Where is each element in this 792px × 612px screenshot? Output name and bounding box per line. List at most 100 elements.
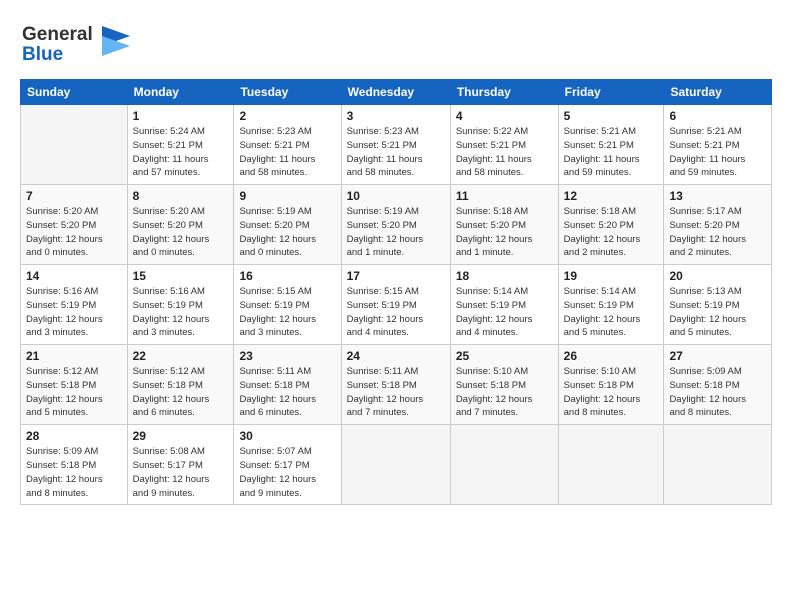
day-number: 22 xyxy=(133,349,229,363)
day-number: 3 xyxy=(347,109,445,123)
day-info: Sunrise: 5:11 AMSunset: 5:18 PMDaylight:… xyxy=(239,365,335,420)
calendar-cell: 20 Sunrise: 5:13 AMSunset: 5:19 PMDayligh… xyxy=(664,265,772,345)
day-info: Sunrise: 5:12 AMSunset: 5:18 PMDaylight:… xyxy=(26,365,122,420)
day-number: 25 xyxy=(456,349,553,363)
svg-text:Blue: Blue xyxy=(22,44,63,65)
day-info: Sunrise: 5:10 AMSunset: 5:18 PMDaylight:… xyxy=(456,365,553,420)
weekday-header: Friday xyxy=(558,80,664,105)
day-number: 15 xyxy=(133,269,229,283)
weekday-header: Tuesday xyxy=(234,80,341,105)
day-info: Sunrise: 5:09 AMSunset: 5:18 PMDaylight:… xyxy=(26,445,122,500)
calendar-cell: 1 Sunrise: 5:24 AMSunset: 5:21 PMDaylight… xyxy=(127,105,234,185)
day-number: 30 xyxy=(239,429,335,443)
weekday-header: Saturday xyxy=(664,80,772,105)
day-number: 26 xyxy=(564,349,659,363)
day-number: 10 xyxy=(347,189,445,203)
day-number: 11 xyxy=(456,189,553,203)
calendar-cell: 12 Sunrise: 5:18 AMSunset: 5:20 PMDayligh… xyxy=(558,185,664,265)
calendar-cell xyxy=(558,425,664,505)
day-info: Sunrise: 5:18 AMSunset: 5:20 PMDaylight:… xyxy=(564,205,659,260)
calendar-cell: 7 Sunrise: 5:20 AMSunset: 5:20 PMDaylight… xyxy=(21,185,128,265)
day-number: 14 xyxy=(26,269,122,283)
day-number: 29 xyxy=(133,429,229,443)
day-number: 2 xyxy=(239,109,335,123)
weekday-header: Monday xyxy=(127,80,234,105)
day-info: Sunrise: 5:23 AMSunset: 5:21 PMDaylight:… xyxy=(347,125,445,180)
calendar-header-row: SundayMondayTuesdayWednesdayThursdayFrid… xyxy=(21,80,772,105)
day-info: Sunrise: 5:20 AMSunset: 5:20 PMDaylight:… xyxy=(26,205,122,260)
day-number: 16 xyxy=(239,269,335,283)
calendar-cell: 24 Sunrise: 5:11 AMSunset: 5:18 PMDayligh… xyxy=(341,345,450,425)
day-number: 24 xyxy=(347,349,445,363)
day-number: 1 xyxy=(133,109,229,123)
calendar-cell: 3 Sunrise: 5:23 AMSunset: 5:21 PMDaylight… xyxy=(341,105,450,185)
calendar-cell: 13Sunrise: 5:17 AMSunset: 5:20 PMDayligh… xyxy=(664,185,772,265)
calendar-cell: 6 Sunrise: 5:21 AMSunset: 5:21 PMDaylight… xyxy=(664,105,772,185)
day-number: 7 xyxy=(26,189,122,203)
day-info: Sunrise: 5:13 AMSunset: 5:19 PMDaylight:… xyxy=(669,285,766,340)
day-number: 17 xyxy=(347,269,445,283)
page-header: General Blue xyxy=(20,18,772,71)
day-number: 4 xyxy=(456,109,553,123)
weekday-header: Thursday xyxy=(450,80,558,105)
logo-text: General Blue xyxy=(20,18,130,71)
day-info: Sunrise: 5:23 AMSunset: 5:21 PMDaylight:… xyxy=(239,125,335,180)
day-number: 12 xyxy=(564,189,659,203)
calendar-cell: 27 Sunrise: 5:09 AMSunset: 5:18 PMDayligh… xyxy=(664,345,772,425)
day-number: 21 xyxy=(26,349,122,363)
calendar-cell xyxy=(450,425,558,505)
day-number: 23 xyxy=(239,349,335,363)
day-info: Sunrise: 5:21 AMSunset: 5:21 PMDaylight:… xyxy=(564,125,659,180)
calendar-cell: 9 Sunrise: 5:19 AMSunset: 5:20 PMDaylight… xyxy=(234,185,341,265)
calendar-week-row: 14Sunrise: 5:16 AMSunset: 5:19 PMDayligh… xyxy=(21,265,772,345)
day-info: Sunrise: 5:19 AMSunset: 5:20 PMDaylight:… xyxy=(239,205,335,260)
day-info: Sunrise: 5:08 AMSunset: 5:17 PMDaylight:… xyxy=(133,445,229,500)
calendar-cell: 10Sunrise: 5:19 AMSunset: 5:20 PMDayligh… xyxy=(341,185,450,265)
calendar-cell: 14Sunrise: 5:16 AMSunset: 5:19 PMDayligh… xyxy=(21,265,128,345)
weekday-header: Wednesday xyxy=(341,80,450,105)
day-number: 9 xyxy=(239,189,335,203)
day-number: 6 xyxy=(669,109,766,123)
day-info: Sunrise: 5:21 AMSunset: 5:21 PMDaylight:… xyxy=(669,125,766,180)
calendar-cell: 30Sunrise: 5:07 AMSunset: 5:17 PMDayligh… xyxy=(234,425,341,505)
day-info: Sunrise: 5:12 AMSunset: 5:18 PMDaylight:… xyxy=(133,365,229,420)
day-number: 5 xyxy=(564,109,659,123)
day-number: 13 xyxy=(669,189,766,203)
calendar-week-row: 21 Sunrise: 5:12 AMSunset: 5:18 PMDayligh… xyxy=(21,345,772,425)
day-info: Sunrise: 5:18 AMSunset: 5:20 PMDaylight:… xyxy=(456,205,553,260)
calendar-week-row: 7 Sunrise: 5:20 AMSunset: 5:20 PMDaylight… xyxy=(21,185,772,265)
calendar-cell: 26 Sunrise: 5:10 AMSunset: 5:18 PMDayligh… xyxy=(558,345,664,425)
calendar-week-row: 28Sunrise: 5:09 AMSunset: 5:18 PMDayligh… xyxy=(21,425,772,505)
day-info: Sunrise: 5:15 AMSunset: 5:19 PMDaylight:… xyxy=(347,285,445,340)
calendar-cell: 2 Sunrise: 5:23 AMSunset: 5:21 PMDaylight… xyxy=(234,105,341,185)
calendar-week-row: 1 Sunrise: 5:24 AMSunset: 5:21 PMDaylight… xyxy=(21,105,772,185)
day-number: 18 xyxy=(456,269,553,283)
day-info: Sunrise: 5:14 AMSunset: 5:19 PMDaylight:… xyxy=(564,285,659,340)
calendar-cell: 18 Sunrise: 5:14 AMSunset: 5:19 PMDayligh… xyxy=(450,265,558,345)
day-number: 8 xyxy=(133,189,229,203)
day-info: Sunrise: 5:15 AMSunset: 5:19 PMDaylight:… xyxy=(239,285,335,340)
calendar-cell: 17 Sunrise: 5:15 AMSunset: 5:19 PMDayligh… xyxy=(341,265,450,345)
calendar-cell: 8 Sunrise: 5:20 AMSunset: 5:20 PMDaylight… xyxy=(127,185,234,265)
calendar-cell: 29 Sunrise: 5:08 AMSunset: 5:17 PMDayligh… xyxy=(127,425,234,505)
calendar-table: SundayMondayTuesdayWednesdayThursdayFrid… xyxy=(20,79,772,505)
day-info: Sunrise: 5:14 AMSunset: 5:19 PMDaylight:… xyxy=(456,285,553,340)
calendar-page: General Blue SundayMondayTuesdayWednesda… xyxy=(0,0,792,612)
calendar-cell: 23 Sunrise: 5:11 AMSunset: 5:18 PMDayligh… xyxy=(234,345,341,425)
day-info: Sunrise: 5:20 AMSunset: 5:20 PMDaylight:… xyxy=(133,205,229,260)
calendar-cell xyxy=(21,105,128,185)
weekday-header: Sunday xyxy=(21,80,128,105)
calendar-cell: 25 Sunrise: 5:10 AMSunset: 5:18 PMDayligh… xyxy=(450,345,558,425)
day-number: 27 xyxy=(669,349,766,363)
day-info: Sunrise: 5:10 AMSunset: 5:18 PMDaylight:… xyxy=(564,365,659,420)
day-info: Sunrise: 5:09 AMSunset: 5:18 PMDaylight:… xyxy=(669,365,766,420)
calendar-cell: 21 Sunrise: 5:12 AMSunset: 5:18 PMDayligh… xyxy=(21,345,128,425)
day-number: 20 xyxy=(669,269,766,283)
logo: General Blue xyxy=(20,18,130,71)
calendar-cell: 28Sunrise: 5:09 AMSunset: 5:18 PMDayligh… xyxy=(21,425,128,505)
calendar-cell: 19Sunrise: 5:14 AMSunset: 5:19 PMDayligh… xyxy=(558,265,664,345)
day-info: Sunrise: 5:11 AMSunset: 5:18 PMDaylight:… xyxy=(347,365,445,420)
day-info: Sunrise: 5:22 AMSunset: 5:21 PMDaylight:… xyxy=(456,125,553,180)
calendar-cell xyxy=(341,425,450,505)
day-info: Sunrise: 5:24 AMSunset: 5:21 PMDaylight:… xyxy=(133,125,229,180)
